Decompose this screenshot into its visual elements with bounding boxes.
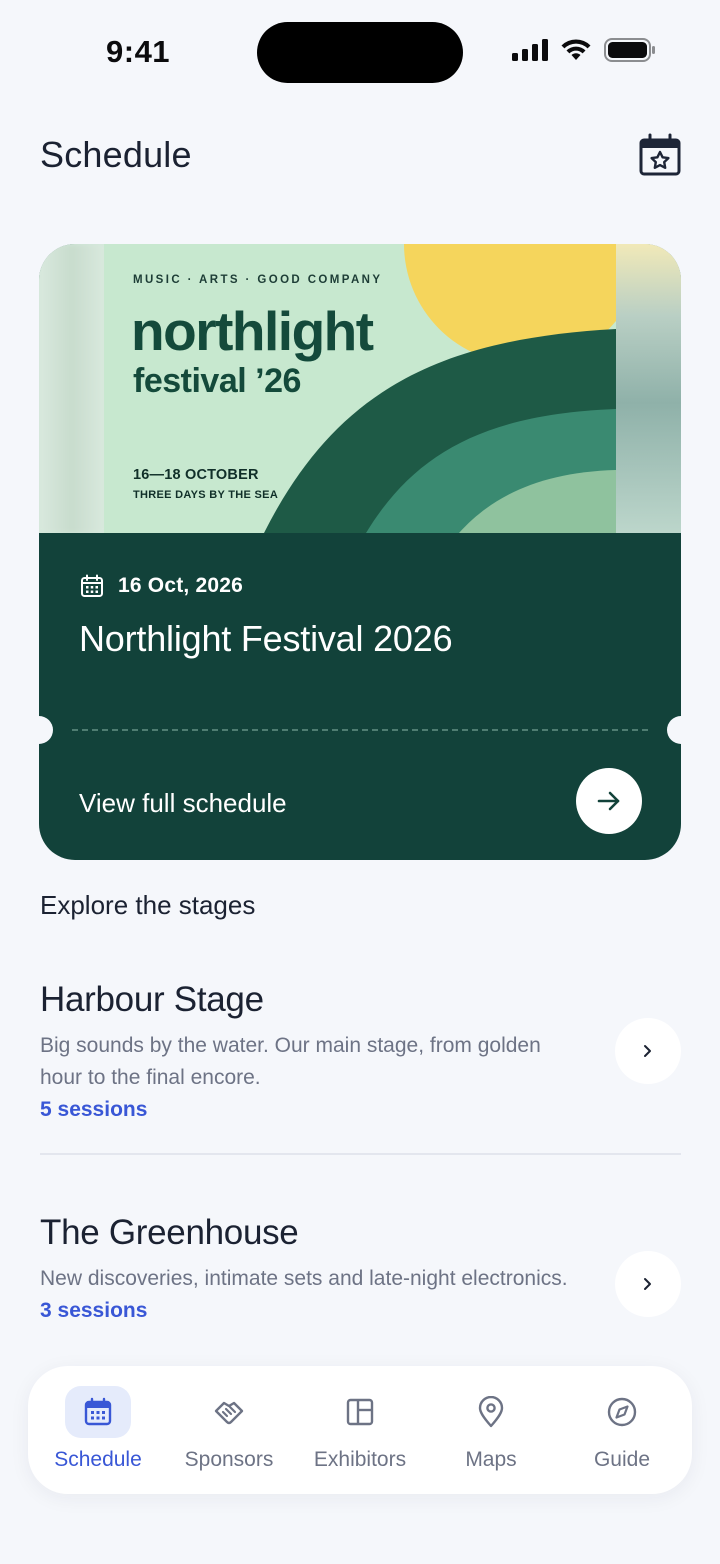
nav-label: Maps (465, 1448, 517, 1471)
wifi-icon (561, 39, 591, 60)
nav-icon-slot (589, 1386, 655, 1438)
page-title: Schedule (40, 134, 192, 175)
nav-label: Sponsors (184, 1448, 274, 1471)
nav-label: Exhibitors (313, 1448, 407, 1471)
stage-name: The Greenhouse (40, 1213, 299, 1252)
stage-item-harbour[interactable]: Harbour Stage Big sounds by the water. O… (40, 980, 681, 1122)
map-pin-icon (478, 1396, 504, 1428)
poster-tagline: THREE DAYS BY THE SEA (133, 489, 279, 501)
stage-divider (40, 1153, 681, 1155)
ticket-perforation (72, 729, 648, 731)
status-icons (512, 38, 656, 62)
banner-blur-right (615, 244, 681, 533)
nav-active-pill (65, 1386, 131, 1438)
chevron-right-icon (644, 1278, 651, 1290)
nav-icon-slot (327, 1386, 393, 1438)
bottom-nav: Schedule Sponsors Exhibitors Maps Guide (28, 1366, 692, 1494)
nav-item-exhibitors[interactable]: Exhibitors (294, 1366, 426, 1494)
nav-icon-slot (196, 1386, 262, 1438)
compass-icon (607, 1397, 637, 1427)
stage-item-greenhouse[interactable]: The Greenhouse New discoveries, intimate… (40, 1213, 681, 1323)
calendar-star-icon[interactable] (638, 133, 682, 177)
stage-name: Harbour Stage (40, 980, 264, 1019)
stage-description: New discoveries, intimate sets and late-… (40, 1267, 568, 1290)
event-date: 16 Oct, 2026 (118, 574, 243, 597)
stage-session-count[interactable]: 5 sessions (40, 1098, 681, 1122)
stage-open-button[interactable] (615, 1018, 681, 1084)
view-full-schedule-link[interactable]: View full schedule (79, 788, 287, 819)
status-time: 9:41 (106, 34, 171, 69)
poster-brand: northlight (131, 300, 374, 362)
ticket-notch-left (39, 716, 53, 744)
event-title: Northlight Festival 2026 (79, 618, 453, 659)
banner-blur-left (39, 244, 105, 533)
event-date-row: 16 Oct, 2026 (80, 574, 243, 598)
nav-item-maps[interactable]: Maps (425, 1366, 557, 1494)
schedule-screen: 9:41 Schedule MUSIC · ARTS · GOOD COMPAN… (0, 0, 720, 1564)
nav-item-sponsors[interactable]: Sponsors (163, 1366, 295, 1494)
stage-session-count[interactable]: 3 sessions (40, 1299, 681, 1323)
nav-label: Schedule (54, 1448, 142, 1471)
festival-poster: MUSIC · ARTS · GOOD COMPANY northlight f… (104, 244, 616, 533)
ticket-notch-right (667, 716, 681, 744)
poster-subtitle: festival ’26 (133, 362, 301, 400)
layout-icon (346, 1398, 374, 1426)
dynamic-island (257, 22, 463, 83)
nav-item-guide[interactable]: Guide (556, 1366, 688, 1494)
nav-item-schedule[interactable]: Schedule (32, 1366, 164, 1494)
stage-open-button[interactable] (615, 1251, 681, 1317)
stage-description: Big sounds by the water. Our main stage,… (40, 1034, 541, 1089)
stages-section-title: Explore the stages (40, 890, 256, 920)
calendar-icon (84, 1397, 112, 1426)
event-banner: MUSIC · ARTS · GOOD COMPANY northlight f… (39, 244, 681, 533)
chevron-right-icon (644, 1045, 651, 1057)
event-card[interactable]: MUSIC · ARTS · GOOD COMPANY northlight f… (39, 244, 681, 860)
battery-icon (604, 38, 655, 62)
cellular-signal-icon (512, 39, 548, 61)
handshake-icon (214, 1401, 244, 1425)
nav-icon-slot (458, 1386, 524, 1438)
poster-dates: 16—18 OCTOBER (133, 467, 259, 483)
view-schedule-arrow-button[interactable] (576, 768, 642, 834)
nav-label: Guide (593, 1448, 651, 1471)
calendar-icon (81, 574, 103, 597)
poster-tagline-top: MUSIC · ARTS · GOOD COMPANY (133, 274, 383, 286)
arrow-right-icon (597, 791, 620, 811)
